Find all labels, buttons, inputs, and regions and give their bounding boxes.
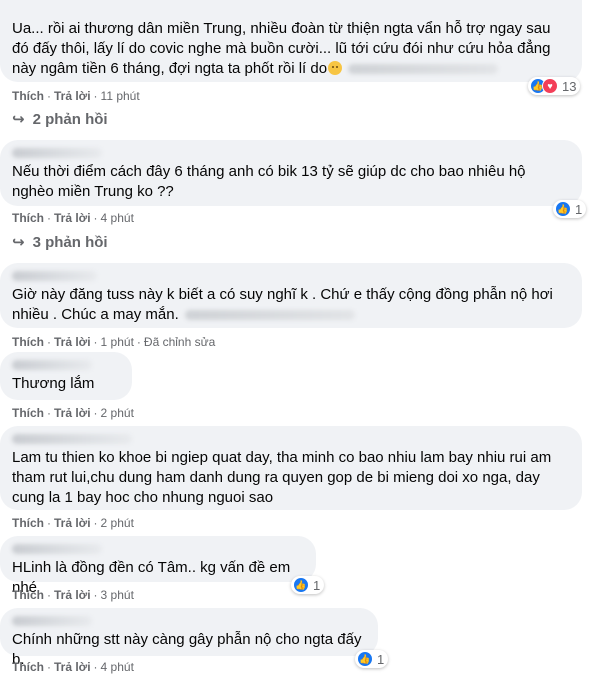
reply-arrow-icon: ↩ [12, 234, 25, 251]
comment-actions: Thích · Trả lời · 4 phút [12, 660, 134, 674]
timestamp[interactable]: 4 phút [101, 211, 134, 225]
reply-link[interactable]: Trả lời [54, 406, 91, 420]
comment-actions: Thích · Trả lời · 1 phút · Đã chỉnh sửa [12, 335, 216, 349]
like-link[interactable]: Thích [12, 211, 44, 225]
reaction-count: 1 [575, 201, 583, 217]
timestamp[interactable]: 2 phút [101, 406, 134, 420]
comment-text: Giờ này đăng tuss này k biết a có suy ng… [12, 286, 553, 323]
reply-arrow-icon: ↩ [12, 111, 25, 128]
timestamp[interactable]: 3 phút [101, 588, 134, 602]
redacted-text [184, 310, 355, 321]
replies-label: 3 phản hồi [32, 233, 108, 251]
timestamp[interactable]: 2 phút [101, 516, 134, 530]
author-name-redacted [12, 271, 97, 281]
reply-link[interactable]: Trả lời [54, 335, 91, 349]
like-link[interactable]: Thích [12, 406, 44, 420]
comment-text: Nếu thời điểm cách đây 6 tháng anh có bi… [12, 163, 526, 200]
view-replies-button[interactable]: ↩ 2 phản hồi [12, 110, 108, 129]
reaction-summary[interactable]: 👍 1 [553, 200, 587, 218]
like-link[interactable]: Thích [12, 516, 44, 530]
comment-text: Thương lắm [12, 375, 95, 392]
author-name-redacted [12, 434, 132, 444]
reaction-count: 13 [562, 78, 577, 94]
comment-bubble: Chính những stt này càng gây phẫn nộ cho… [0, 608, 378, 668]
timestamp[interactable]: 1 phút [101, 335, 134, 349]
like-reaction-icon: 👍 [555, 201, 571, 217]
smirk-emoji-icon [328, 61, 343, 75]
comment-actions: Thích · Trả lời · 2 phút [12, 516, 134, 530]
like-link[interactable]: Thích [12, 89, 44, 103]
comment-actions: Thích · Trả lời · 11 phút [12, 89, 140, 103]
comment-bubble: Lam tu thien ko khoe bi ngiep quat day, … [0, 426, 582, 510]
author-name-redacted [12, 148, 102, 158]
reply-link[interactable]: Trả lời [54, 588, 91, 602]
edited-label: Đã chỉnh sửa [143, 335, 216, 349]
comment-actions: Thích · Trả lời · 2 phút [12, 406, 134, 420]
reaction-summary[interactable]: 👍 ♥ 13 [528, 77, 581, 95]
author-name-redacted [12, 360, 92, 370]
replies-label: 2 phản hồi [32, 110, 108, 128]
reaction-summary[interactable]: 👍 1 [291, 576, 325, 594]
reaction-count: 1 [313, 577, 321, 593]
timestamp[interactable]: 11 phút [101, 89, 140, 103]
comment-text: Ua... rồi ai thương dân miền Trung, nhiề… [12, 20, 551, 77]
love-reaction-icon: ♥ [542, 78, 558, 94]
comment-bubble: HLinh là đồng đền có Tâm.. kg vấn đề em … [0, 536, 316, 596]
comment-bubble: Nếu thời điểm cách đây 6 tháng anh có bi… [0, 140, 582, 206]
reaction-summary[interactable]: 👍 1 [355, 650, 389, 668]
comment-actions: Thích · Trả lời · 4 phút [12, 211, 134, 225]
like-reaction-icon: 👍 [357, 651, 373, 667]
reply-link[interactable]: Trả lời [54, 516, 91, 530]
view-replies-button[interactable]: ↩ 3 phản hồi [12, 233, 108, 252]
redacted-text [348, 64, 499, 75]
like-link[interactable]: Thích [12, 660, 44, 674]
comment-bubble: Giờ này đăng tuss này k biết a có suy ng… [0, 263, 582, 328]
comment-actions: Thích · Trả lời · 3 phút [12, 588, 134, 602]
reaction-count: 1 [377, 651, 385, 667]
like-reaction-icon: 👍 [293, 577, 309, 593]
comment-bubble: Ua... rồi ai thương dân miền Trung, nhiề… [0, 0, 582, 82]
comment-text: Lam tu thien ko khoe bi ngiep quat day, … [12, 449, 552, 506]
comment-bubble: Thương lắm [0, 352, 132, 400]
like-link[interactable]: Thích [12, 335, 44, 349]
author-name-redacted [12, 544, 102, 554]
author-name-redacted [12, 616, 92, 626]
reply-link[interactable]: Trả lời [54, 211, 91, 225]
timestamp[interactable]: 4 phút [101, 660, 134, 674]
reply-link[interactable]: Trả lời [54, 89, 91, 103]
like-link[interactable]: Thích [12, 588, 44, 602]
reply-link[interactable]: Trả lời [54, 660, 91, 674]
